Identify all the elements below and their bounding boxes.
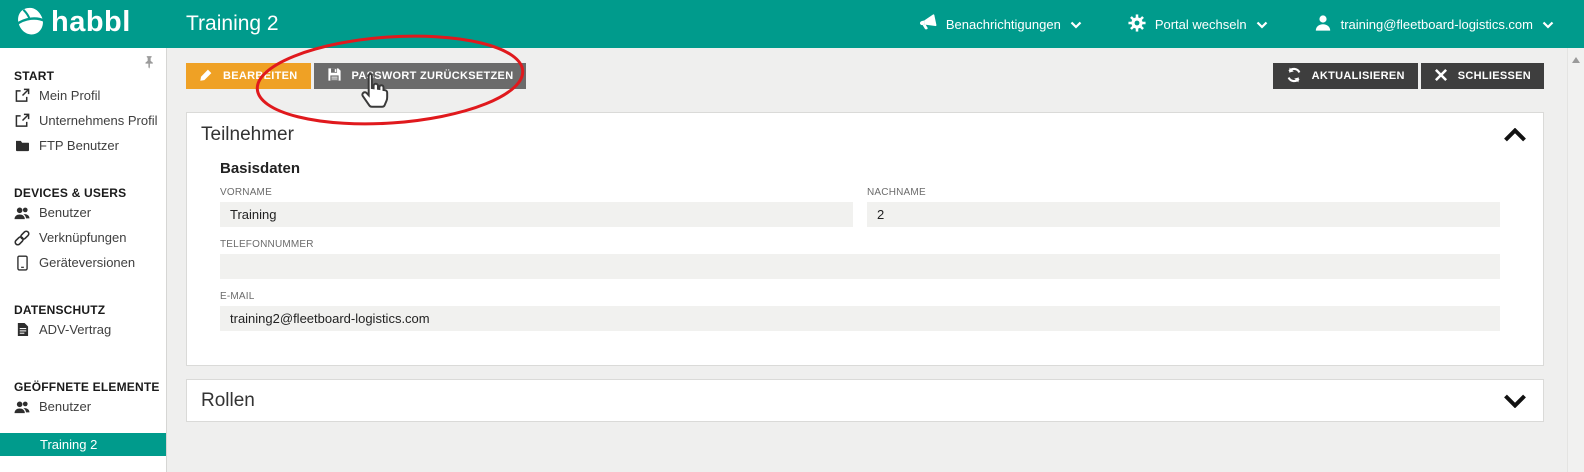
megaphone-icon — [918, 14, 937, 34]
vorname-input[interactable] — [220, 202, 853, 227]
pin-icon[interactable] — [143, 55, 155, 75]
main-content: BEARBEITEN — [167, 48, 1584, 472]
sidebar-item-label: Benutzer — [39, 399, 91, 414]
telefonnummer-label: TELEFONNUMMER — [220, 239, 1500, 250]
vorname-label: VORNAME — [220, 187, 853, 198]
sidebar-item-label: FTP Benutzer — [39, 138, 119, 153]
refresh-button[interactable]: AKTUALISIEREN — [1273, 63, 1418, 89]
toolbar-right: AKTUALISIEREN SCHLIESSEN — [1273, 63, 1544, 89]
page-title: Training 2 — [186, 12, 279, 36]
sidebar-item-label: Geräteversionen — [39, 255, 135, 270]
edit-button[interactable]: BEARBEITEN — [186, 63, 311, 89]
pencil-icon — [199, 68, 213, 85]
sidebar-item-adv-vertrag[interactable]: ADV-Vertrag — [0, 317, 166, 342]
folder-icon — [14, 139, 30, 152]
portal-switch-menu[interactable]: Portal wechseln — [1128, 14, 1268, 35]
edit-button-label: BEARBEITEN — [223, 70, 298, 82]
user-email: training@fleetboard-logistics.com — [1341, 17, 1533, 32]
close-icon — [1434, 68, 1448, 85]
section-title: DEVICES & USERS — [0, 186, 166, 200]
chevron-down-icon — [1542, 17, 1554, 32]
telefonnummer-input[interactable] — [220, 254, 1500, 279]
section-title: GEÖFFNETE ELEMENTE — [0, 380, 166, 394]
notifications-menu[interactable]: Benachrichtigungen — [918, 14, 1082, 34]
email-field-group: E-MAIL — [220, 291, 1500, 331]
sidebar-item-label: Verknüpfungen — [39, 230, 126, 245]
reset-password-button[interactable]: PASSWORT ZURÜCKSETZEN — [314, 63, 527, 89]
sidebar-item-mein-profil[interactable]: Mein Profil — [0, 83, 166, 108]
sidebar: START Mein Profil Unternehmens Profil — [0, 48, 167, 472]
sidebar-section-start: START Mein Profil Unternehmens Profil — [0, 69, 166, 158]
sidebar-section-geoeffnete-elemente: GEÖFFNETE ELEMENTE Benutzer Training 2 — [0, 380, 166, 456]
sidebar-item-label: ADV-Vertrag — [39, 322, 111, 337]
email-input[interactable] — [220, 306, 1500, 331]
sidebar-item-benutzer-open[interactable]: Benutzer — [0, 394, 166, 419]
document-icon — [14, 322, 30, 337]
section-title: DATENSCHUTZ — [0, 303, 166, 317]
panel-title: Rollen — [201, 388, 255, 414]
habbl-logo-icon — [14, 6, 46, 43]
app-window: habbl Training 2 Benachrichtigungen — [0, 0, 1584, 472]
reset-password-button-label: PASSWORT ZURÜCKSETZEN — [352, 70, 514, 82]
habbl-logo[interactable]: habbl — [0, 6, 167, 43]
rollen-panel-header[interactable]: Rollen — [187, 380, 1543, 421]
toolbar-left: BEARBEITEN — [186, 63, 526, 89]
sidebar-section-datenschutz: DATENSCHUTZ ADV-Vertrag — [0, 303, 166, 342]
scroll-up-arrow-icon[interactable] — [1572, 57, 1580, 63]
sidebar-item-label: Training 2 — [40, 437, 97, 452]
nachname-label: NACHNAME — [867, 187, 1500, 198]
sidebar-item-unternehmens-profil[interactable]: Unternehmens Profil — [0, 108, 166, 133]
email-label: E-MAIL — [220, 291, 1500, 302]
user-menu[interactable]: training@fleetboard-logistics.com — [1314, 14, 1554, 35]
share-icon — [14, 88, 30, 103]
share-icon — [14, 113, 30, 128]
gear-icon — [1128, 14, 1146, 35]
sidebar-section-devices-users: DEVICES & USERS Benutzer Verknüpfungen — [0, 186, 166, 275]
users-icon — [14, 400, 30, 414]
nachname-input[interactable] — [867, 202, 1500, 227]
refresh-icon — [1286, 67, 1302, 86]
sidebar-item-benutzer[interactable]: Benutzer — [0, 200, 166, 225]
basisdaten-form: VORNAME NACHNAME TELEFONNUMMER E-MA — [220, 187, 1500, 331]
teilnehmer-panel: Teilnehmer Basisdaten VORNAME NACHNAME — [186, 112, 1544, 366]
nachname-field-group: NACHNAME — [867, 187, 1500, 227]
vorname-field-group: VORNAME — [220, 187, 853, 227]
chevron-down-icon[interactable] — [1503, 394, 1527, 408]
chevron-down-icon — [1070, 17, 1082, 32]
close-button-label: SCHLIESSEN — [1458, 70, 1531, 82]
sidebar-item-verknuepfungen[interactable]: Verknüpfungen — [0, 225, 166, 250]
chevron-down-icon — [1256, 17, 1268, 32]
notifications-label: Benachrichtigungen — [946, 17, 1061, 32]
close-button[interactable]: SCHLIESSEN — [1421, 63, 1544, 89]
section-title: START — [0, 69, 166, 83]
sidebar-item-ftp-benutzer[interactable]: FTP Benutzer — [0, 133, 166, 158]
sidebar-item-label: Benutzer — [39, 205, 91, 220]
toolbar: BEARBEITEN — [186, 63, 1544, 89]
link-icon — [14, 230, 30, 246]
panel-title: Teilnehmer — [201, 122, 294, 148]
user-icon — [1314, 14, 1332, 35]
telefonnummer-field-group: TELEFONNUMMER — [220, 239, 1500, 279]
rollen-panel: Rollen — [186, 379, 1544, 422]
header-nav: Benachrichtigungen — [918, 14, 1584, 35]
device-icon — [14, 255, 30, 271]
sidebar-item-training-2-active[interactable]: Training 2 — [0, 433, 166, 456]
app-header: habbl Training 2 Benachrichtigungen — [0, 0, 1584, 48]
teilnehmer-panel-body: Basisdaten VORNAME NACHNAME TELEFONNUMME… — [187, 148, 1543, 365]
portal-switch-label: Portal wechseln — [1155, 17, 1247, 32]
scrollbar[interactable] — [1567, 48, 1584, 472]
sidebar-item-geraeteversionen[interactable]: Geräteversionen — [0, 250, 166, 275]
basisdaten-heading: Basisdaten — [220, 160, 1500, 177]
users-icon — [14, 206, 30, 220]
teilnehmer-panel-header: Teilnehmer — [187, 113, 1543, 148]
logo-wordmark: habbl — [51, 8, 131, 41]
sidebar-item-label: Mein Profil — [39, 88, 100, 103]
refresh-button-label: AKTUALISIEREN — [1312, 70, 1405, 82]
chevron-up-icon[interactable] — [1503, 128, 1527, 142]
save-icon — [327, 67, 342, 85]
sidebar-item-label: Unternehmens Profil — [39, 113, 158, 128]
